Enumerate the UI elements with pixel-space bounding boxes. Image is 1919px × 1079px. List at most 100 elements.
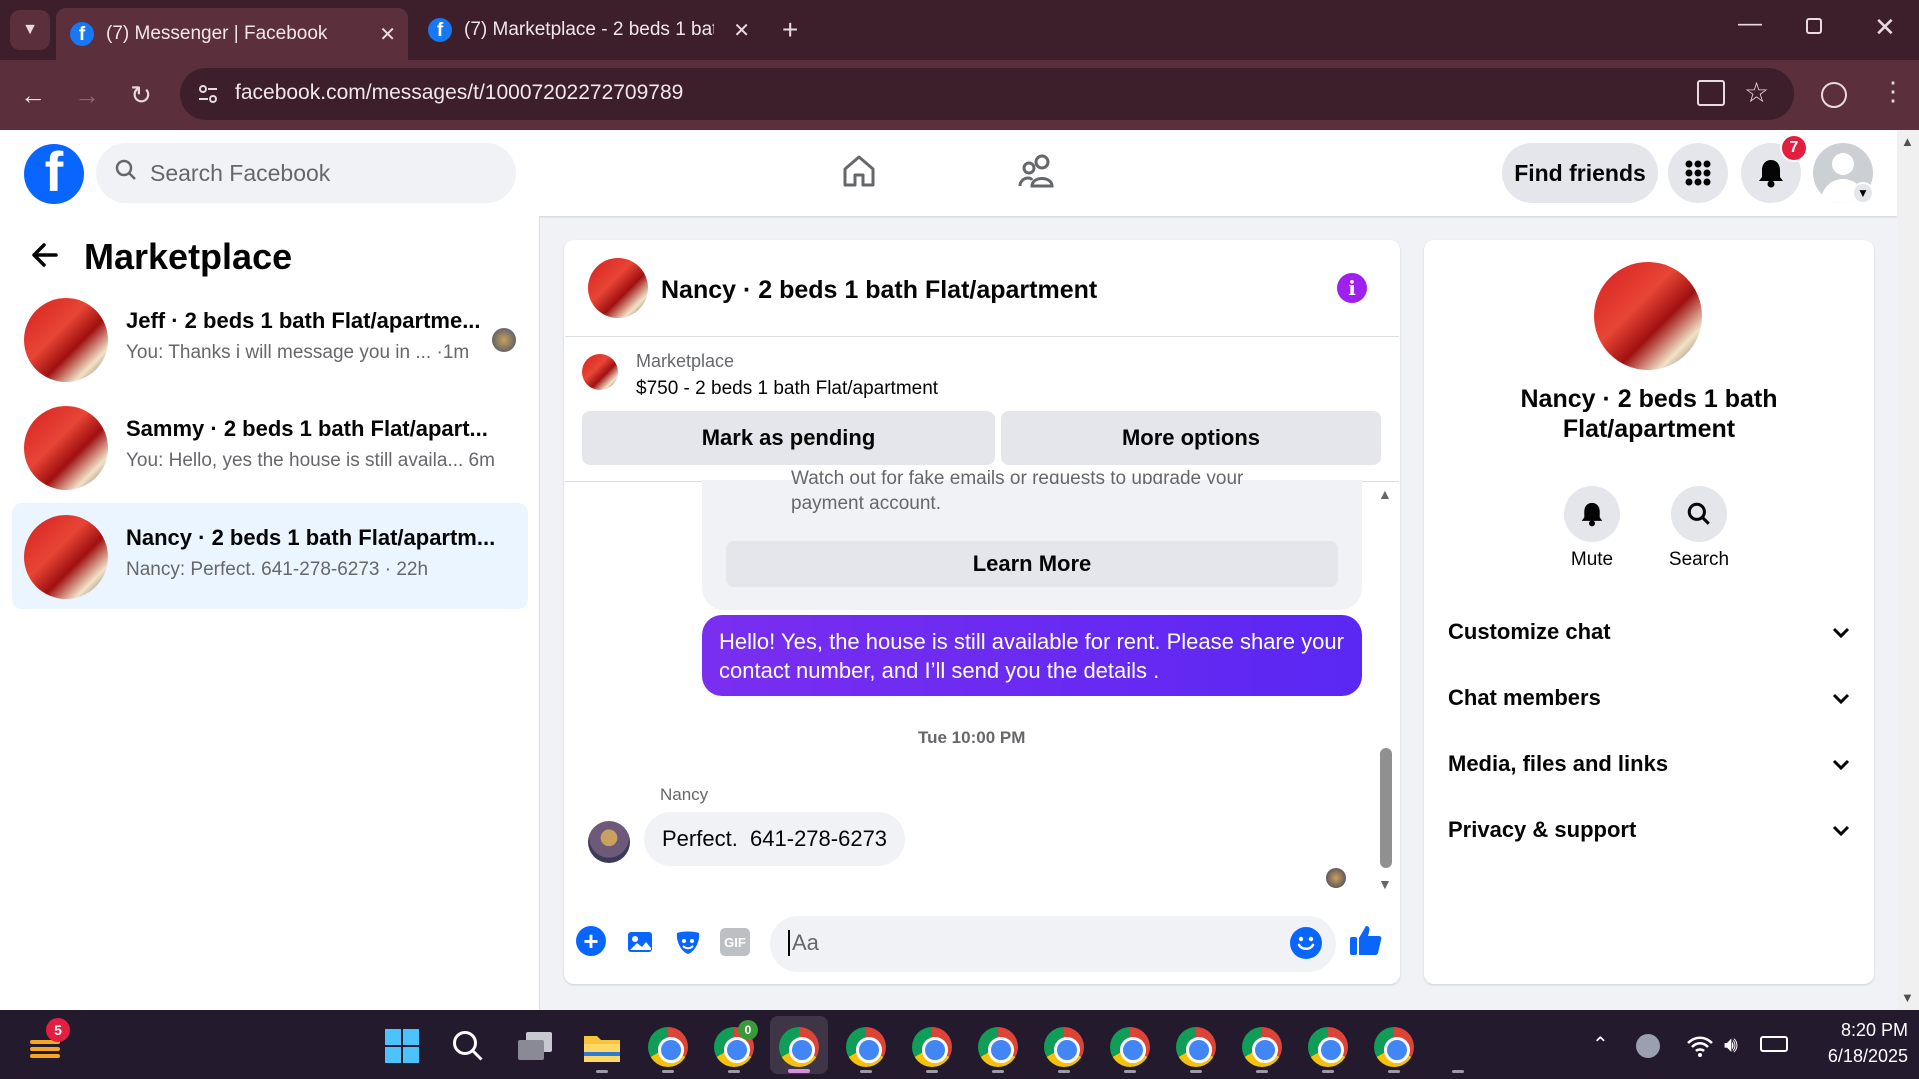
mute-button[interactable] bbox=[1564, 486, 1620, 542]
listing-title[interactable]: $750 - 2 beds 1 bath Flat/apartment bbox=[636, 378, 938, 400]
sticker-icon[interactable] bbox=[674, 928, 702, 961]
tab-messenger[interactable]: f (7) Messenger | Facebook ✕ bbox=[56, 8, 408, 60]
chrome-taskbar-icon[interactable] bbox=[648, 1027, 688, 1067]
section-label: Customize chat bbox=[1448, 619, 1611, 644]
message-input[interactable] bbox=[770, 916, 1336, 972]
page-scroll-up-arrow[interactable]: ▲ bbox=[1901, 134, 1914, 149]
windows-taskbar bbox=[0, 1010, 1919, 1079]
details-thumbnail[interactable] bbox=[1594, 262, 1702, 370]
listing-thumbnail[interactable] bbox=[582, 354, 618, 390]
running-indicator bbox=[926, 1070, 938, 1073]
listing-thumbnail bbox=[24, 406, 108, 490]
emoji-icon[interactable] bbox=[1290, 927, 1322, 959]
chrome-taskbar-icon[interactable] bbox=[1242, 1027, 1282, 1067]
conversation-preview: You: Hello, yes the house is still avail… bbox=[126, 450, 495, 471]
close-tab-icon[interactable]: ✕ bbox=[379, 22, 396, 47]
seen-avatar bbox=[1326, 868, 1346, 888]
page-scroll-down-arrow[interactable]: ▼ bbox=[1901, 990, 1914, 1005]
running-indicator bbox=[1124, 1070, 1136, 1073]
restore-window-button[interactable] bbox=[1806, 18, 1822, 34]
bookmark-star-icon[interactable]: ☆ bbox=[1744, 76, 1769, 109]
search-facebook-input[interactable]: Search Facebook bbox=[96, 143, 516, 203]
home-nav-icon[interactable] bbox=[840, 152, 878, 195]
forward-button[interactable]: → bbox=[70, 80, 104, 111]
gif-button[interactable]: GIF bbox=[720, 928, 750, 956]
start-windows-icon[interactable] bbox=[384, 1028, 420, 1069]
conversation-item-sammy[interactable]: Sammy · 2 beds 1 bath Flat/apart... You:… bbox=[12, 394, 528, 500]
chat-header-thumbnail[interactable] bbox=[588, 258, 648, 318]
chrome-profile-icon[interactable] bbox=[1821, 82, 1847, 108]
file-explorer-icon[interactable] bbox=[582, 1030, 622, 1069]
reload-button[interactable]: ↻ bbox=[124, 80, 158, 111]
chrome-taskbar-icon[interactable] bbox=[1044, 1027, 1084, 1067]
media-files-links-section[interactable]: Media, files and links bbox=[1448, 744, 1850, 784]
menu-grid-button[interactable] bbox=[1668, 143, 1728, 203]
incoming-message-bubble[interactable]: Perfect. 641-278-6273 bbox=[644, 812, 906, 866]
chat-title[interactable]: Nancy · 2 beds 1 bath Flat/apartment bbox=[661, 276, 1097, 305]
customize-chat-section[interactable]: Customize chat bbox=[1448, 612, 1850, 652]
clock-date[interactable]: 6/18/2025 bbox=[1806, 1046, 1908, 1067]
clock-time[interactable]: 8:20 PM bbox=[1822, 1020, 1908, 1041]
chat-scroll-up-arrow[interactable]: ▲ bbox=[1378, 486, 1392, 502]
chrome-taskbar-icon[interactable] bbox=[1308, 1027, 1348, 1067]
mark-as-pending-button[interactable]: Mark as pending bbox=[582, 411, 995, 465]
find-friends-button[interactable]: Find friends bbox=[1502, 143, 1658, 203]
chrome-taskbar-icon[interactable] bbox=[978, 1027, 1018, 1067]
chrome-taskbar-icon[interactable] bbox=[1374, 1027, 1414, 1067]
chrome-menu-icon[interactable]: ⋮ bbox=[1880, 76, 1906, 107]
close-tab-icon[interactable]: ✕ bbox=[733, 18, 750, 43]
info-icon[interactable]: i bbox=[1337, 273, 1367, 303]
tab-list-dropdown-button[interactable]: ▼ bbox=[10, 10, 50, 50]
wifi-icon[interactable] bbox=[1686, 1034, 1714, 1063]
section-label: Media, files and links bbox=[1448, 751, 1669, 776]
close-window-button[interactable]: ✕ bbox=[1874, 12, 1896, 43]
chat-scroll-down-arrow[interactable]: ▼ bbox=[1378, 876, 1392, 892]
like-thumbs-up-icon[interactable] bbox=[1348, 922, 1384, 963]
account-chevron-icon[interactable]: ▼ bbox=[1852, 182, 1874, 204]
learn-more-button[interactable]: Learn More bbox=[726, 541, 1338, 587]
add-attachment-icon[interactable]: + bbox=[576, 926, 606, 956]
chat-members-section[interactable]: Chat members bbox=[1448, 678, 1850, 718]
security-icon[interactable] bbox=[1636, 1034, 1660, 1058]
page-scrollbar[interactable] bbox=[1897, 130, 1919, 1010]
back-button[interactable]: ← bbox=[16, 80, 50, 111]
conversation-item-nancy[interactable]: Nancy · 2 beds 1 bath Flat/apartm... Nan… bbox=[12, 503, 528, 609]
chrome-taskbar-icon[interactable] bbox=[1110, 1027, 1150, 1067]
search-placeholder: Search Facebook bbox=[150, 159, 331, 186]
taskbar-search-icon[interactable] bbox=[450, 1028, 486, 1069]
chrome-taskbar-icon-active[interactable] bbox=[779, 1027, 819, 1067]
conversation-item-jeff[interactable]: Jeff · 2 beds 1 bath Flat/apartme... You… bbox=[12, 286, 528, 392]
back-arrow-icon[interactable] bbox=[30, 240, 60, 275]
chat-scrollbar-thumb[interactable] bbox=[1380, 748, 1392, 868]
photo-icon[interactable] bbox=[626, 928, 654, 961]
more-options-button[interactable]: More options bbox=[1001, 411, 1381, 465]
details-name: Nancy · 2 beds 1 bath Flat/apartment bbox=[1520, 385, 1778, 443]
warning-text-line1: Watch out for fake emails or requests to… bbox=[791, 468, 1244, 484]
running-indicator bbox=[1388, 1070, 1400, 1073]
battery-icon[interactable] bbox=[1760, 1036, 1788, 1052]
minimize-window-button[interactable]: — bbox=[1738, 10, 1762, 38]
install-app-icon[interactable] bbox=[1697, 80, 1725, 106]
running-indicator bbox=[1058, 1070, 1070, 1073]
facebook-logo-icon[interactable]: f bbox=[24, 144, 84, 204]
chrome-taskbar-icon[interactable] bbox=[846, 1027, 886, 1067]
sender-avatar[interactable] bbox=[588, 821, 630, 863]
task-view-icon[interactable] bbox=[516, 1030, 554, 1067]
chrome-taskbar-icon[interactable] bbox=[912, 1027, 952, 1067]
privacy-support-section[interactable]: Privacy & support bbox=[1448, 810, 1850, 850]
listing-thumbnail bbox=[24, 298, 108, 382]
running-indicator bbox=[1256, 1070, 1268, 1073]
chrome-taskbar-icon[interactable] bbox=[1176, 1027, 1216, 1067]
running-indicator bbox=[728, 1070, 740, 1073]
search-icon bbox=[114, 158, 138, 188]
chevron-down-icon bbox=[1832, 619, 1850, 645]
search-in-chat-button[interactable] bbox=[1671, 486, 1727, 542]
grid-icon bbox=[1685, 160, 1711, 186]
site-info-icon[interactable] bbox=[196, 82, 220, 106]
volume-icon[interactable]: 🔊︎ bbox=[1724, 1032, 1738, 1058]
outgoing-message-bubble[interactable]: Hello! Yes, the house is still available… bbox=[702, 615, 1362, 696]
tab-marketplace[interactable]: f (7) Marketplace - 2 beds 1 bath ✕ bbox=[414, 8, 762, 52]
friends-nav-icon[interactable] bbox=[1018, 152, 1058, 195]
new-tab-button[interactable]: + bbox=[782, 14, 798, 46]
show-hidden-icons-chevron[interactable]: ⌃ bbox=[1592, 1032, 1609, 1057]
